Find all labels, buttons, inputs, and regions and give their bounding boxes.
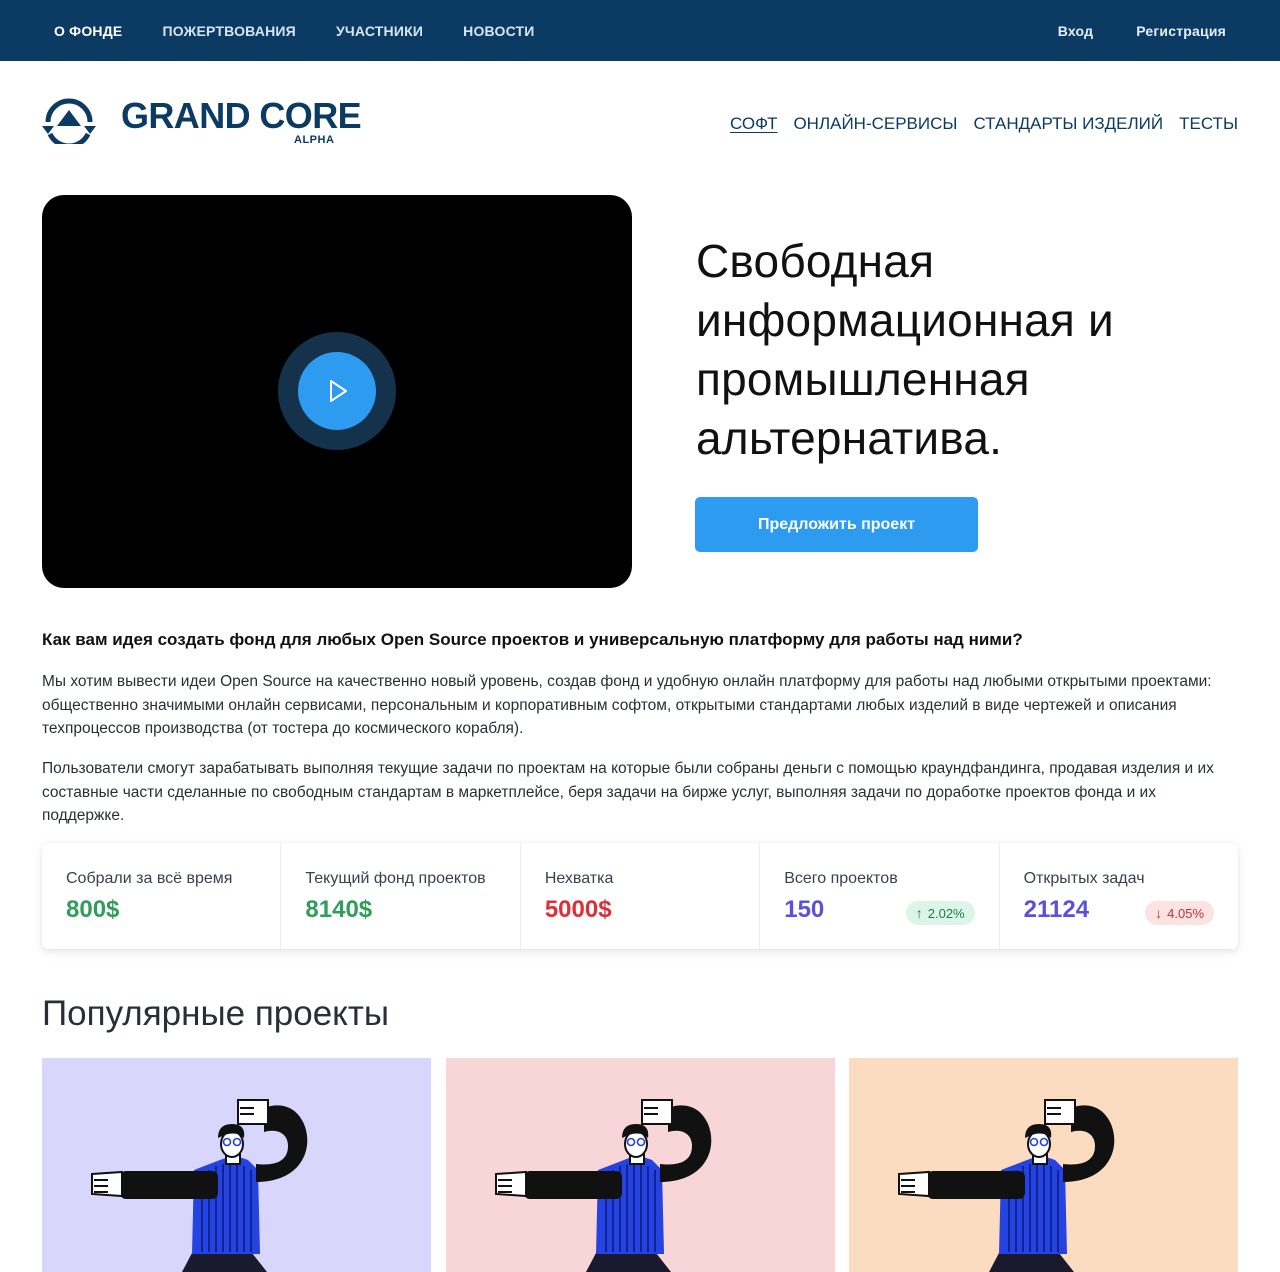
logo-text: GRAND CORE <box>121 95 362 136</box>
top-nav-members[interactable]: УЧАСТНИКИ <box>336 23 423 39</box>
video-player[interactable] <box>42 195 632 588</box>
stat-open-tasks: Открытых задач 21124 ↓ 4.05% <box>1000 843 1238 949</box>
stat-collected: Собрали за всё время 800$ <box>42 843 282 949</box>
main-nav-soft[interactable]: СОФТ <box>730 114 777 134</box>
propose-project-button[interactable]: Предложить проект <box>695 497 978 552</box>
trend-value: 2.02% <box>927 905 965 921</box>
person-illustration <box>898 1099 1115 1272</box>
main-nav-online-services[interactable]: ОНЛАЙН-СЕРВИСЫ <box>793 114 957 134</box>
stat-label: Текущий фонд проектов <box>305 870 486 887</box>
main-nav-tests[interactable]: ТЕСТЫ <box>1179 114 1238 134</box>
project-card[interactable] <box>446 1058 835 1272</box>
auth-nav: Вход Регистрация <box>1015 0 1226 61</box>
popular-projects-title: Популярные проекты <box>42 994 390 1033</box>
main-nav-standards[interactable]: СТАНДАРТЫ ИЗДЕЛИЙ <box>973 114 1163 134</box>
logo-mark-icon <box>42 98 96 149</box>
stat-value: 150 <box>784 896 825 923</box>
trend-badge-down: ↓ 4.05% <box>1145 901 1215 925</box>
stat-shortage: Нехватка 5000$ <box>521 843 761 949</box>
person-illustration <box>495 1099 712 1272</box>
top-bar: О ФОНДЕ ПОЖЕРТВОВАНИЯ УЧАСТНИКИ НОВОСТИ … <box>0 0 1280 61</box>
arrow-down-icon: ↓ <box>1155 905 1163 921</box>
project-card[interactable] <box>849 1058 1238 1272</box>
about-paragraph-2: Пользователи смогут зарабатывать выполня… <box>42 760 1214 824</box>
trend-value: 4.05% <box>1167 905 1205 921</box>
stat-label: Всего проектов <box>784 870 898 887</box>
stat-value: 8140$ <box>305 896 373 923</box>
arrow-up-icon: ↑ <box>915 905 923 921</box>
stat-current-fund: Текущий фонд проектов 8140$ <box>281 843 521 949</box>
person-illustration <box>91 1099 308 1272</box>
top-nav-news[interactable]: НОВОСТИ <box>463 23 534 39</box>
top-nav: О ФОНДЕ ПОЖЕРТВОВАНИЯ УЧАСТНИКИ НОВОСТИ <box>54 0 575 61</box>
main-nav: СОФТ ОНЛАЙН-СЕРВИСЫ СТАНДАРТЫ ИЗДЕЛИЙ ТЕ… <box>714 114 1238 134</box>
logo[interactable]: GRAND CORE ALPHA <box>42 96 362 149</box>
logo-subtitle: ALPHA <box>294 134 335 146</box>
hero-title: Свободная информационная и промышленная … <box>696 235 1114 464</box>
stat-value: 800$ <box>66 896 120 923</box>
about-paragraph-1: Мы хотим вывести идеи Open Source на кач… <box>42 673 1212 737</box>
about-question: Как вам идея создать фонд для любых Open… <box>42 630 1023 649</box>
project-card[interactable] <box>42 1058 431 1272</box>
register-link[interactable]: Регистрация <box>1136 23 1226 39</box>
trend-badge-up: ↑ 2.02% <box>905 901 975 925</box>
stat-label: Нехватка <box>544 870 614 887</box>
stat-label: Собрали за всё время <box>66 870 233 887</box>
top-nav-about[interactable]: О ФОНДЕ <box>54 23 122 39</box>
stat-value: 5000$ <box>544 896 612 923</box>
login-link[interactable]: Вход <box>1058 23 1093 39</box>
stat-value: 21124 <box>1023 896 1090 923</box>
play-button[interactable] <box>298 352 376 430</box>
stats-panel: Собрали за всё время 800$ Текущий фонд п… <box>42 843 1238 949</box>
play-icon <box>330 380 347 402</box>
stat-label: Открытых задач <box>1023 870 1145 887</box>
project-cards <box>42 1058 1238 1272</box>
top-nav-donations[interactable]: ПОЖЕРТВОВАНИЯ <box>162 23 295 39</box>
play-button-ring <box>278 332 396 450</box>
stat-total-projects: Всего проектов 150 ↑ 2.02% <box>760 843 1000 949</box>
